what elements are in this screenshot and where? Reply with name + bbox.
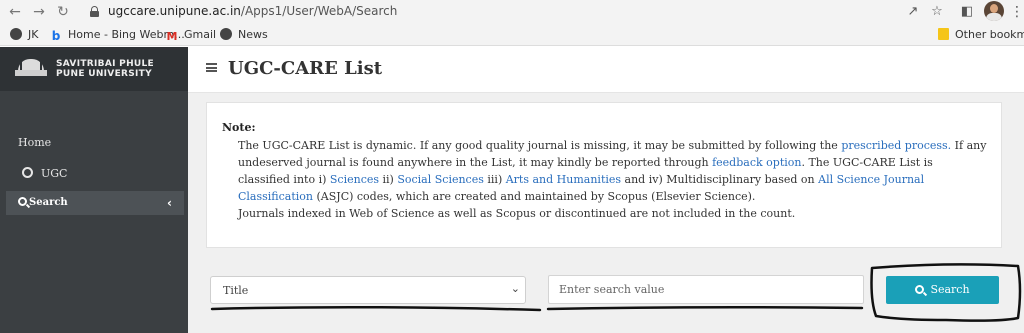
- note-text: and iv) Multidisciplinary based on: [621, 173, 819, 186]
- university-name-line2: PUNE UNIVERSITY: [56, 69, 152, 79]
- reload-icon[interactable]: ↻: [54, 3, 72, 21]
- sidebar-item-label: Search: [29, 197, 68, 208]
- bookmarks-bar: JK b Home - Bing Webm... M Gmail News Othe…: [0, 24, 1024, 46]
- bookmark-jk[interactable]: JK: [10, 28, 38, 42]
- sciences-link[interactable]: Sciences: [330, 173, 379, 186]
- url-text: ugccare.unipune.ac.in/Apps1/User/WebA/Se…: [108, 4, 397, 18]
- note-text: (ASJC) codes, which are created and main…: [313, 190, 756, 203]
- bookmark-gmail[interactable]: M Gmail: [166, 28, 217, 43]
- note-text: The UGC-CARE List is dynamic. If any goo…: [238, 139, 842, 152]
- browser-toolbar: ← → ↻ ugccare.unipune.ac.in/Apps1/User/W…: [0, 0, 1024, 24]
- university-logo: [15, 57, 47, 81]
- note-text: iii): [483, 173, 506, 186]
- select-value: Title: [223, 284, 249, 297]
- note-text: ii): [379, 173, 398, 186]
- search-button-label: Search: [930, 283, 970, 296]
- chevron-down-icon: ⌄: [510, 282, 520, 295]
- page-title: UGC-CARE List: [228, 58, 383, 79]
- chevron-left-icon[interactable]: ‹: [167, 191, 172, 215]
- university-name: SAVITRIBAI PHULE PUNE UNIVERSITY: [56, 59, 154, 79]
- sidepanel-icon[interactable]: ◧: [958, 3, 976, 21]
- note-footnote: Journals indexed in Web of Science as we…: [238, 207, 796, 220]
- search-icon: [18, 197, 27, 206]
- forward-icon[interactable]: →: [30, 3, 48, 21]
- other-bookmarks[interactable]: Other bookma: [938, 28, 1024, 42]
- bookmark-news[interactable]: News: [220, 28, 268, 42]
- share-icon[interactable]: ↗: [904, 3, 922, 21]
- sidebar-item-home[interactable]: Home: [18, 132, 194, 154]
- globe-icon: [10, 28, 22, 40]
- sidebar-item-label: Home: [18, 136, 52, 149]
- sidebar-item-label: UGC: [41, 167, 68, 180]
- sidebar-item-ugc[interactable]: UGC: [22, 163, 198, 185]
- hamburger-icon[interactable]: [206, 63, 217, 72]
- sidebar-header: SAVITRIBAI PHULE PUNE UNIVERSITY: [0, 47, 188, 91]
- search-button[interactable]: Search: [886, 276, 999, 304]
- bookmark-label: JK: [28, 28, 39, 41]
- bookmark-label: Other bookma: [955, 28, 1024, 41]
- note-heading: Note:: [222, 121, 256, 134]
- search-icon: [915, 285, 925, 294]
- menu-icon[interactable]: ⋮: [1010, 3, 1024, 21]
- feedback-option-link[interactable]: feedback option: [712, 156, 801, 169]
- bookmark-label: News: [238, 28, 268, 41]
- star-icon[interactable]: ☆: [928, 3, 946, 21]
- prescribed-process-link[interactable]: prescribed process.: [841, 139, 951, 152]
- circle-icon: [22, 167, 33, 178]
- globe-icon: [220, 28, 232, 40]
- sidebar: SAVITRIBAI PHULE PUNE UNIVERSITY Home UG…: [0, 47, 188, 333]
- note-body: The UGC-CARE List is dynamic. If any goo…: [238, 137, 988, 222]
- gmail-icon: M: [166, 30, 178, 43]
- arts-humanities-link[interactable]: Arts and Humanities: [506, 173, 621, 186]
- university-name-line1: SAVITRIBAI PHULE: [56, 59, 154, 69]
- search-field-select[interactable]: Title ⌄: [210, 276, 526, 304]
- page-header: UGC-CARE List: [188, 47, 1024, 93]
- address-bar[interactable]: ugccare.unipune.ac.in/Apps1/User/WebA/Se…: [80, 1, 960, 23]
- bookmark-label: Gmail: [184, 28, 217, 41]
- social-sciences-link[interactable]: Social Sciences: [397, 173, 484, 186]
- lock-icon: [90, 6, 99, 17]
- bing-icon: b: [51, 29, 61, 43]
- sidebar-item-search[interactable]: Search ‹: [6, 191, 184, 215]
- note-card: Note: The UGC-CARE List is dynamic. If a…: [206, 102, 1002, 248]
- back-icon[interactable]: ←: [6, 3, 24, 21]
- avatar[interactable]: [984, 1, 1004, 21]
- folder-icon: [938, 28, 949, 40]
- url-path: /Apps1/User/WebA/Search: [240, 4, 398, 18]
- search-input[interactable]: [548, 275, 864, 304]
- bookmark-bing[interactable]: b Home - Bing Webm...: [50, 28, 185, 42]
- url-host: ugccare.unipune.ac.in: [108, 4, 241, 18]
